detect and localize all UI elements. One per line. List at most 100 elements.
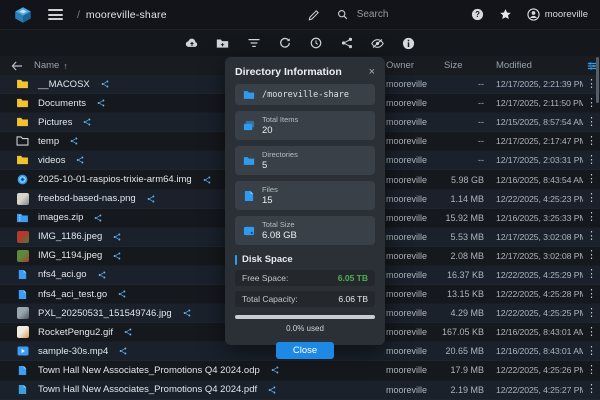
- file-icon: [16, 364, 29, 377]
- size-cell: --: [438, 117, 488, 127]
- file-name: RocketPengu2.gif: [38, 327, 113, 338]
- refresh-icon[interactable]: [278, 36, 292, 50]
- total-capacity-label: Total Capacity:: [242, 294, 298, 304]
- size-cell: --: [438, 155, 488, 165]
- row-menu-icon[interactable]: ⋮: [583, 136, 600, 147]
- share-icon[interactable]: [340, 36, 354, 50]
- close-icon[interactable]: ×: [369, 67, 375, 78]
- modified-cell: 12/22/2025, 4:25:27 PM: [488, 385, 583, 395]
- file-name: IMG_1194.jpeg: [38, 250, 102, 261]
- disk-usage-label: 0.0% used: [235, 324, 375, 333]
- directories-field: Directories5: [235, 146, 375, 175]
- new-folder-icon[interactable]: [216, 36, 230, 50]
- table-row[interactable]: Town Hall New Associates_Promotions Q4 2…: [0, 361, 600, 380]
- size-cell: 2.08 MB: [438, 251, 488, 261]
- shared-icon: [97, 99, 105, 107]
- column-header-name[interactable]: Name: [34, 60, 59, 71]
- items-icon: [242, 119, 255, 132]
- free-space-label: Free Space:: [242, 273, 288, 283]
- field-value: 6.08 GB: [262, 230, 297, 241]
- size-cell: --: [438, 98, 488, 108]
- owner-cell: mooreville: [378, 385, 438, 395]
- row-menu-icon[interactable]: ⋮: [583, 250, 600, 261]
- search-input[interactable]: [355, 8, 449, 21]
- size-cell: 2.19 MB: [438, 385, 488, 395]
- file-name: Town Hall New Associates_Promotions Q4 2…: [38, 365, 260, 376]
- file-icon: [16, 268, 29, 281]
- column-header-owner[interactable]: Owner: [378, 60, 438, 71]
- modified-cell: 12/17/2025, 3:02:08 PM: [488, 251, 583, 261]
- owner-cell: mooreville: [378, 155, 438, 165]
- row-menu-icon[interactable]: ⋮: [583, 269, 600, 280]
- scrollbar[interactable]: [596, 57, 599, 103]
- row-menu-icon[interactable]: ⋮: [583, 117, 600, 128]
- row-menu-icon[interactable]: ⋮: [583, 365, 600, 376]
- breadcrumb-title[interactable]: mooreville-share: [86, 9, 167, 21]
- modified-cell: 12/17/2025, 2:03:31 PM: [488, 155, 583, 165]
- shared-icon: [94, 214, 102, 222]
- owner-cell: mooreville: [378, 79, 438, 89]
- user-menu[interactable]: mooreville: [527, 8, 588, 21]
- size-cell: 17.9 MB: [438, 365, 488, 375]
- shared-icon: [203, 176, 211, 184]
- folder-icon: [16, 97, 29, 110]
- modified-cell: 12/17/2025, 3:02:08 PM: [488, 232, 583, 242]
- owner-cell: mooreville: [378, 346, 438, 356]
- info-icon[interactable]: [402, 36, 416, 50]
- path-field: /mooreville-share: [235, 84, 375, 105]
- directories-icon: [242, 154, 255, 167]
- hide-icon[interactable]: [371, 36, 385, 50]
- shared-icon: [76, 156, 84, 164]
- search-box[interactable]: [337, 8, 455, 21]
- back-icon[interactable]: [0, 61, 34, 71]
- column-header-size[interactable]: Size: [438, 60, 488, 71]
- file-name: Documents: [38, 98, 86, 109]
- row-menu-icon[interactable]: ⋮: [583, 384, 600, 395]
- owner-cell: mooreville: [378, 136, 438, 146]
- column-header-modified[interactable]: Modified: [488, 60, 583, 71]
- help-icon[interactable]: ?: [471, 8, 485, 22]
- field-value: 5: [262, 160, 298, 171]
- shared-icon: [118, 290, 126, 298]
- owner-cell: mooreville: [378, 98, 438, 108]
- size-cell: 167.05 KB: [438, 327, 488, 337]
- star-icon[interactable]: [499, 8, 513, 22]
- row-menu-icon[interactable]: ⋮: [583, 193, 600, 204]
- file-name: PXL_20250531_151549746.jpg: [38, 308, 172, 319]
- row-menu-icon[interactable]: ⋮: [583, 308, 600, 319]
- shared-icon: [83, 118, 91, 126]
- shared-icon: [98, 271, 106, 279]
- row-menu-icon[interactable]: ⋮: [583, 212, 600, 223]
- history-icon[interactable]: [309, 36, 323, 50]
- row-menu-icon[interactable]: ⋮: [583, 231, 600, 242]
- total-size-icon: [242, 224, 255, 237]
- field-label: Files: [262, 185, 278, 194]
- table-row[interactable]: Town Hall New Associates_Promotions Q4 2…: [0, 381, 600, 400]
- row-menu-icon[interactable]: ⋮: [583, 174, 600, 185]
- close-button[interactable]: Close: [276, 342, 334, 359]
- user-icon: [527, 8, 540, 21]
- app-window: / mooreville-share ? mooreville: [0, 0, 600, 400]
- row-menu-icon[interactable]: ⋮: [583, 327, 600, 338]
- owner-cell: mooreville: [378, 232, 438, 242]
- disk-space-heading: Disk Space: [235, 254, 375, 265]
- app-logo-icon[interactable]: [12, 4, 34, 26]
- row-menu-icon[interactable]: ⋮: [583, 346, 600, 357]
- thumbnail-image: [16, 230, 29, 243]
- filter-icon[interactable]: [247, 36, 261, 50]
- svg-text:?: ?: [475, 10, 480, 19]
- upload-icon[interactable]: [185, 36, 199, 50]
- file-name: 2025-10-01-raspios-trixie-arm64.img: [38, 174, 192, 185]
- top-bar: / mooreville-share ? mooreville: [0, 0, 600, 30]
- shared-icon: [113, 252, 121, 260]
- size-cell: 4.29 MB: [438, 308, 488, 318]
- owner-cell: mooreville: [378, 117, 438, 127]
- file-name: videos: [38, 155, 65, 166]
- row-menu-icon[interactable]: ⋮: [583, 289, 600, 300]
- modal-title: Directory Information: [235, 66, 342, 78]
- edit-icon[interactable]: [307, 8, 321, 22]
- row-menu-icon[interactable]: ⋮: [583, 155, 600, 166]
- modified-cell: 12/16/2025, 3:25:33 PM: [488, 213, 583, 223]
- file-name: images.zip: [38, 212, 83, 223]
- menu-icon[interactable]: [48, 9, 63, 20]
